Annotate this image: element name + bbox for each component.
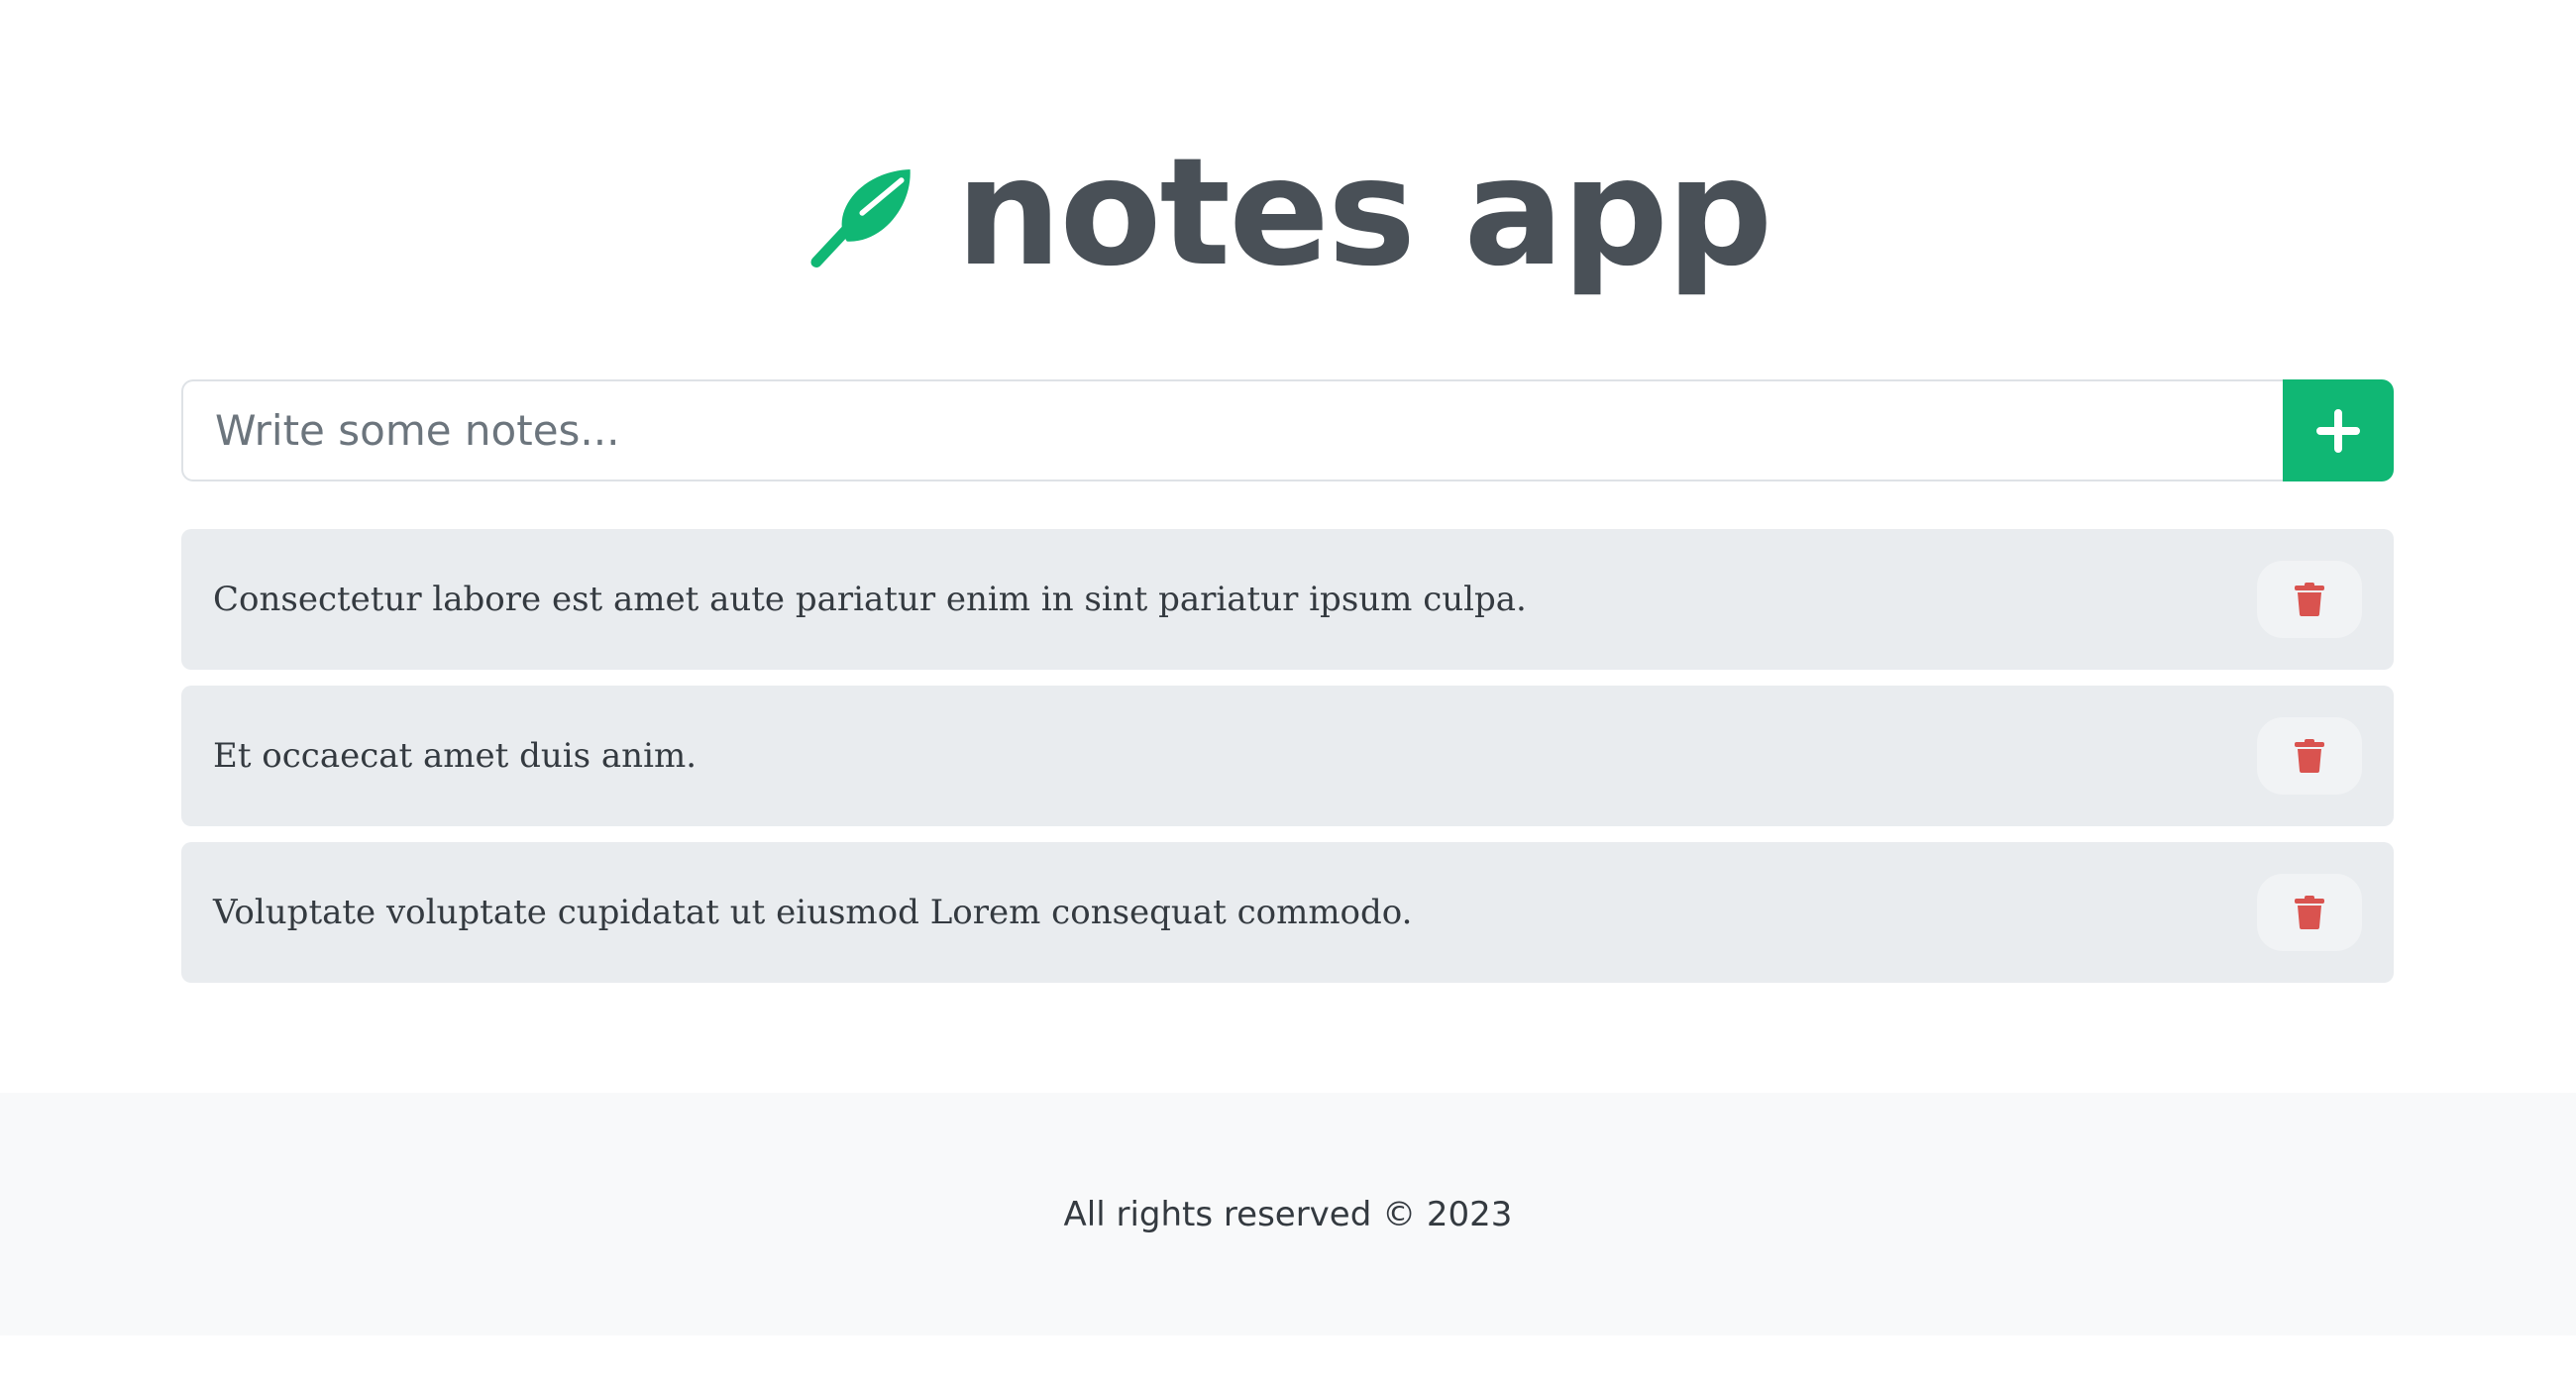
page-footer: All rights reserved © 2023 <box>0 1093 2576 1335</box>
note-item: Et occaecat amet duis anim. <box>181 686 2394 826</box>
app-title: notes app <box>955 127 1773 299</box>
plus-icon <box>2316 408 2360 453</box>
note-text: Voluptate voluptate cupidatat ut eiusmod… <box>213 893 1413 932</box>
note-item: Consectetur labore est amet aute pariatu… <box>181 529 2394 670</box>
footer-copyright: All rights reserved © 2023 <box>1063 1194 1513 1234</box>
note-input[interactable] <box>181 379 2283 481</box>
note-text: Et occaecat amet duis anim. <box>213 736 698 776</box>
notes-app-page: notes app Consectetur labore est amet au… <box>0 0 2576 1387</box>
note-text: Consectetur labore est amet aute pariatu… <box>213 580 1527 619</box>
app-header: notes app <box>0 119 2576 307</box>
delete-note-button[interactable] <box>2257 717 2362 795</box>
trash-icon <box>2295 583 2324 616</box>
notes-list: Consectetur labore est amet aute pariatu… <box>181 529 2394 999</box>
note-item: Voluptate voluptate cupidatat ut eiusmod… <box>181 842 2394 983</box>
feather-icon <box>810 169 911 267</box>
add-note-button[interactable] <box>2283 379 2394 481</box>
add-note-form <box>181 379 2394 481</box>
trash-icon <box>2295 739 2324 773</box>
delete-note-button[interactable] <box>2257 874 2362 951</box>
trash-icon <box>2295 896 2324 929</box>
delete-note-button[interactable] <box>2257 561 2362 638</box>
